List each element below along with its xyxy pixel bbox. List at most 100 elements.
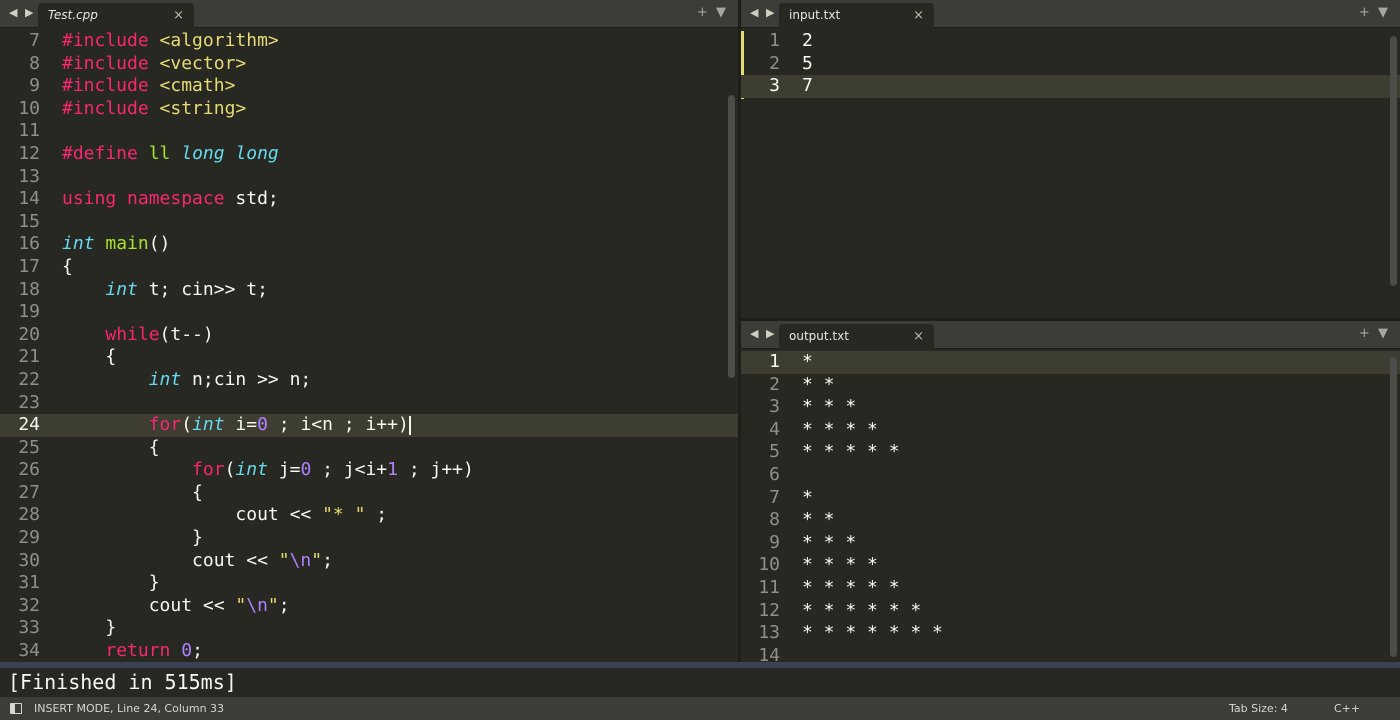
editor-line[interactable]: 29 } — [0, 527, 738, 550]
output-line[interactable]: 13 * * * * * * * — [741, 622, 1400, 645]
line-number: 4 — [769, 418, 780, 440]
tab-menu-chevron-icon[interactable]: ▼ — [1378, 5, 1388, 20]
output-line[interactable]: 10 * * * * — [741, 554, 1400, 577]
tab-input-txt[interactable]: input.txt × — [779, 3, 934, 28]
editor-line[interactable]: 34 return 0; — [0, 640, 738, 662]
code-token: #include — [62, 97, 149, 119]
output-line[interactable]: 5 * * * * * — [741, 441, 1400, 464]
code-token: int — [192, 414, 225, 436]
editor-line[interactable]: 21 { — [0, 346, 738, 369]
editor-line[interactable]: 30 cout << "\n"; — [0, 550, 738, 573]
output-line[interactable]: 14 — [741, 645, 1400, 662]
editor-line[interactable]: 19 — [0, 301, 738, 324]
code-token: <vector> — [159, 52, 247, 74]
editor-line[interactable]: 27 { — [0, 482, 738, 505]
editor-line[interactable]: 8 #include <vector> — [0, 53, 738, 76]
code-token: int — [105, 278, 138, 300]
tab-menu-chevron-icon[interactable]: ▼ — [716, 5, 726, 20]
code-token: () — [148, 233, 171, 255]
editor-line[interactable]: 33 } — [0, 617, 738, 640]
editor-line[interactable]: 14 using namespace std; — [0, 188, 738, 211]
editor-line[interactable]: 17 { — [0, 256, 738, 279]
editor-line[interactable]: 9 #include <cmath> — [0, 75, 738, 98]
output-line[interactable]: 4 * * * * — [741, 419, 1400, 442]
input-line[interactable]: 25 — [741, 53, 1400, 76]
tab-nav-arrows-icon[interactable]: ◀ ▶ — [750, 6, 776, 19]
tab-label: input.txt — [789, 8, 841, 22]
line-text: { — [62, 482, 203, 505]
tab-actions: + ▼ — [1359, 5, 1388, 20]
tab-nav-arrows-icon[interactable]: ◀ ▶ — [9, 6, 35, 19]
code-token: 0 — [181, 640, 193, 662]
editor-line[interactable]: 32 cout << "\n"; — [0, 595, 738, 618]
editor-line[interactable]: 23 — [0, 392, 738, 415]
output-line[interactable]: 2 * * — [741, 374, 1400, 397]
line-number: 29 — [18, 527, 40, 549]
editor-scrollbar[interactable] — [728, 95, 735, 378]
editor-line[interactable]: 10 #include <string> — [0, 98, 738, 121]
input-line[interactable]: 12 — [741, 30, 1400, 53]
line-number: 20 — [18, 323, 40, 345]
tab-test-cpp[interactable]: Test.cpp × — [38, 3, 194, 28]
output-line[interactable]: 7 * — [741, 487, 1400, 510]
editor-line[interactable]: 7 #include <algorithm> — [0, 30, 738, 53]
tab-label: Test.cpp — [48, 8, 98, 22]
editor-line[interactable]: 15 — [0, 211, 738, 234]
output-line[interactable]: 9 * * * — [741, 532, 1400, 555]
status-mode: INSERT MODE, Line 24, Column 33 — [34, 702, 225, 715]
output-scrollbar[interactable] — [1390, 357, 1397, 657]
tab-menu-chevron-icon[interactable]: ▼ — [1378, 326, 1388, 341]
tab-close-icon[interactable]: × — [173, 8, 184, 23]
line-number: 10 — [758, 554, 780, 576]
editor-line[interactable]: 24 for(int i=0 ; i<n ; i++) — [0, 414, 738, 437]
output-line[interactable]: 11 * * * * * — [741, 577, 1400, 600]
code-token: 0 — [257, 414, 268, 436]
new-tab-plus-icon[interactable]: + — [1359, 5, 1370, 20]
line-text: * * * * — [802, 554, 878, 576]
new-tab-plus-icon[interactable]: + — [1359, 326, 1370, 341]
editor-line[interactable]: 22 int n;cin >> n; — [0, 369, 738, 392]
output-line[interactable]: 1 * — [741, 351, 1400, 374]
panel-toggle-icon[interactable] — [10, 703, 22, 714]
tab-close-icon[interactable]: × — [913, 329, 924, 344]
editor-line[interactable]: 28 cout << "* " ; — [0, 504, 738, 527]
output-line[interactable]: 3 * * * — [741, 396, 1400, 419]
input-scrollbar[interactable] — [1390, 36, 1397, 286]
editor-line[interactable]: 18 int t; cin>> t; — [0, 279, 738, 302]
editor-line[interactable]: 31 } — [0, 572, 738, 595]
input-text-area[interactable]: 122537 — [741, 30, 1400, 318]
output-text-area[interactable]: 1 * 2 * * 3 * * * 4 * * * * 5 * * * * * 6 7 * 8 * * 9 * … — [741, 351, 1400, 662]
editor-line[interactable]: 12 #define ll long long — [0, 143, 738, 166]
line-number: 12 — [758, 599, 780, 621]
tab-output-txt[interactable]: output.txt × — [779, 324, 934, 349]
code-token: ll — [148, 142, 171, 164]
code-token: j= — [267, 459, 301, 481]
tab-close-icon[interactable]: × — [913, 8, 924, 23]
code-token: ; — [192, 640, 203, 662]
line-number: 17 — [18, 255, 40, 277]
editor-line[interactable]: 26 for(int j=0 ; j<i+1 ; j++) — [0, 459, 738, 482]
line-number: 19 — [18, 301, 40, 323]
output-line[interactable]: 6 — [741, 464, 1400, 487]
line-number: 1 — [769, 30, 780, 51]
line-text: for(int j=0 ; j<i+1 ; j++) — [62, 459, 474, 482]
new-tab-plus-icon[interactable]: + — [697, 5, 708, 20]
output-line[interactable]: 8 * * — [741, 509, 1400, 532]
line-number: 3 — [769, 396, 780, 418]
status-syntax[interactable]: C++ — [1334, 697, 1360, 720]
editor-line[interactable]: 11 — [0, 120, 738, 143]
editor-line[interactable]: 16 int main() — [0, 233, 738, 256]
line-number: 12 — [18, 142, 40, 164]
editor-line[interactable]: 25 { — [0, 437, 738, 460]
editor-line[interactable]: 20 while(t--) — [0, 324, 738, 347]
output-line[interactable]: 12 * * * * * * — [741, 600, 1400, 623]
tab-nav-arrows-icon[interactable]: ◀ ▶ — [750, 327, 776, 340]
code-area[interactable]: 7 #include <algorithm> 8 #include <vector> 9… — [0, 30, 738, 662]
line-number: 14 — [758, 644, 780, 662]
input-line[interactable]: 37 — [741, 75, 1400, 98]
status-tab-size[interactable]: Tab Size: 4 — [1229, 697, 1288, 720]
editor-line[interactable]: 13 — [0, 166, 738, 189]
line-text: #include <vector> — [62, 53, 246, 76]
code-token: } — [62, 572, 160, 594]
